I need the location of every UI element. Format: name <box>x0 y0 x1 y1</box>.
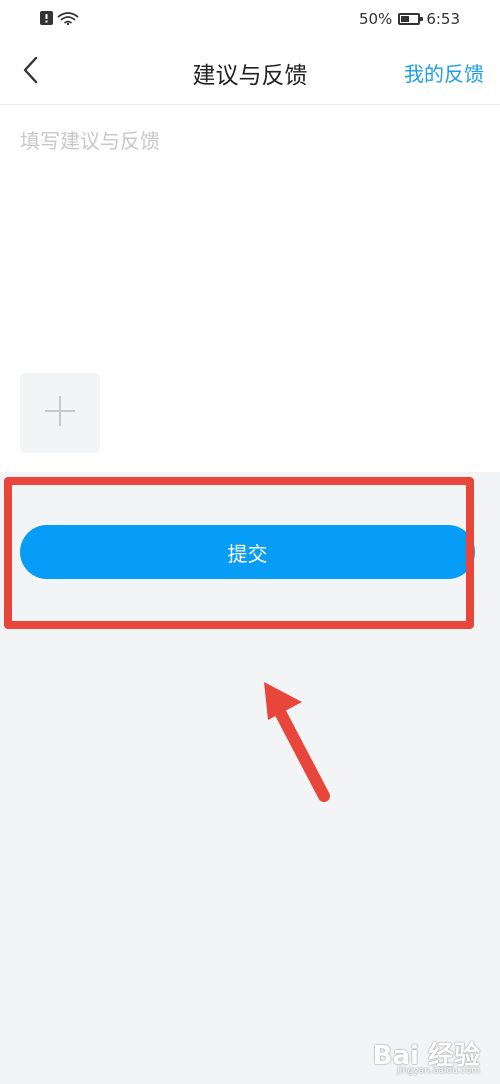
status-bar: 50% 6:53 <box>0 0 500 40</box>
battery-fill <box>401 16 410 22</box>
annotation-arrow-icon <box>250 672 340 816</box>
plus-icon <box>43 394 77 432</box>
feedback-form <box>0 105 500 472</box>
feedback-textarea[interactable] <box>20 125 480 355</box>
clock: 6:53 <box>426 10 460 28</box>
status-left-icons <box>40 10 79 29</box>
wifi-icon <box>57 10 79 29</box>
baidu-jingyan-watermark: Bai 经验 jingyan.baidu.com <box>373 1035 480 1076</box>
nav-bar: 建议与反馈 我的反馈 <box>0 40 500 105</box>
watermark-url: jingyan.baidu.com <box>396 1066 480 1076</box>
my-feedback-link[interactable]: 我的反馈 <box>404 58 484 87</box>
add-image-button[interactable] <box>20 373 100 453</box>
feedback-page: 50% 6:53 建议与反馈 我的反馈 填写建议与反馈 提交 Bai 经验 ji… <box>0 0 500 1084</box>
alert-sim-icon <box>40 10 53 29</box>
battery-icon <box>398 13 424 25</box>
battery-percent: 50% <box>358 10 393 28</box>
status-right: 50% 6:53 <box>359 10 460 28</box>
submit-button[interactable]: 提交 <box>20 525 475 579</box>
